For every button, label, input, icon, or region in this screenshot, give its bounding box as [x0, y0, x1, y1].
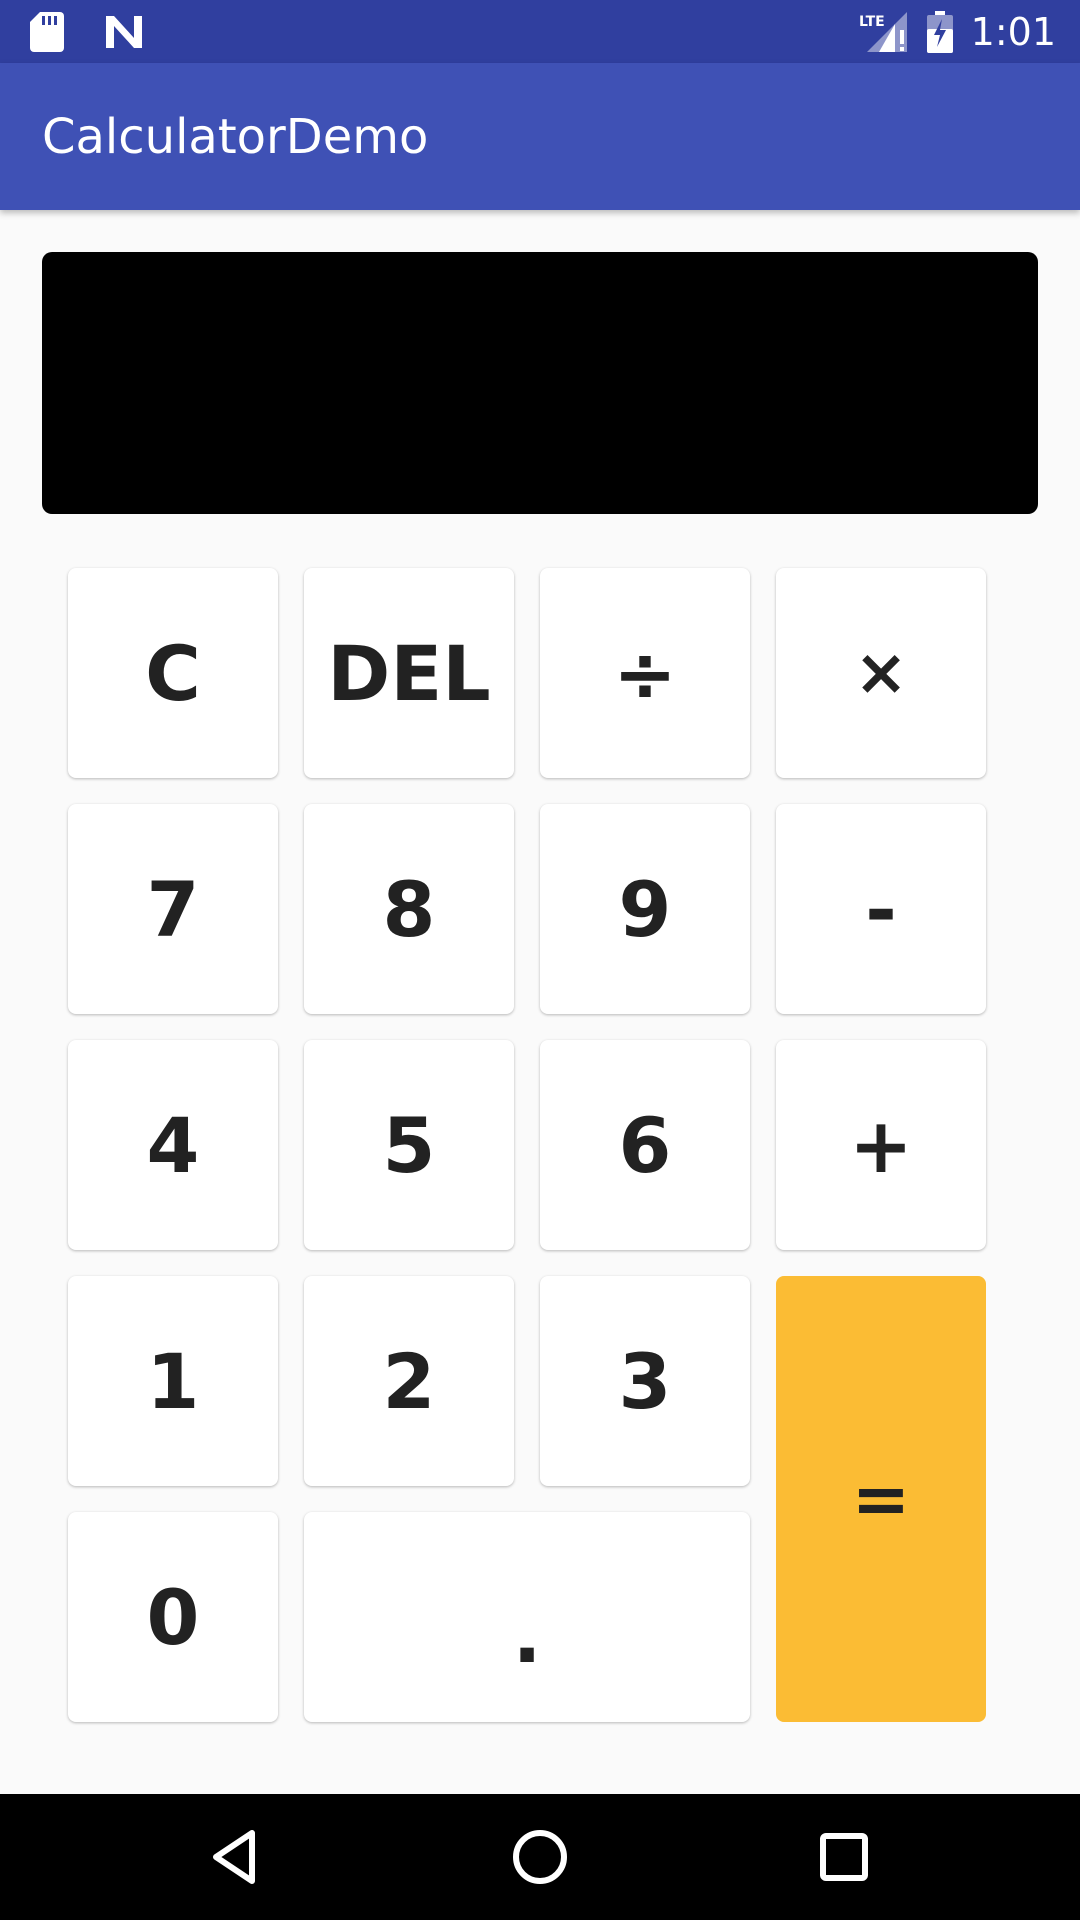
equals-button[interactable]: =	[776, 1276, 986, 1722]
multiply-button[interactable]: ×	[776, 568, 986, 778]
calculator-display	[42, 252, 1038, 514]
minus-button[interactable]: -	[776, 804, 986, 1014]
home-icon	[510, 1827, 570, 1887]
plus-button[interactable]: +	[776, 1040, 986, 1250]
digit-3-button[interactable]: 3	[540, 1276, 750, 1486]
back-button[interactable]	[206, 1827, 266, 1887]
digit-5-button[interactable]: 5	[304, 1040, 514, 1250]
home-button[interactable]	[510, 1827, 570, 1887]
digit-4-button[interactable]: 4	[68, 1040, 278, 1250]
divide-button[interactable]: ÷	[540, 568, 750, 778]
digit-6-button[interactable]: 6	[540, 1040, 750, 1250]
status-bar-right: LTE 1:01	[859, 8, 1056, 56]
n-notification-icon	[104, 14, 144, 50]
digit-9-button[interactable]: 9	[540, 804, 750, 1014]
battery-charging-icon	[926, 11, 953, 53]
delete-button[interactable]: DEL	[304, 568, 514, 778]
calculator-screen: LTE 1:01 CalculatorDemo C DEL ÷ × 7 8 9 …	[0, 0, 1080, 1920]
clear-button[interactable]: C	[68, 568, 278, 778]
recents-icon	[814, 1827, 874, 1887]
digit-8-button[interactable]: 8	[304, 804, 514, 1014]
keypad: C DEL ÷ × 7 8 9 - 4 5 6 + 1 2 3 = 0 .	[68, 568, 986, 1722]
recents-button[interactable]	[814, 1827, 874, 1887]
digit-0-button[interactable]: 0	[68, 1512, 278, 1722]
lte-signal-icon: LTE	[859, 10, 909, 54]
back-icon	[206, 1827, 266, 1887]
sd-card-icon	[30, 12, 64, 52]
digit-2-button[interactable]: 2	[304, 1276, 514, 1486]
app-title: CalculatorDemo	[42, 109, 429, 165]
status-bar: LTE 1:01	[0, 0, 1080, 63]
navigation-bar	[0, 1794, 1080, 1920]
lte-label: LTE	[859, 14, 885, 30]
status-time: 1:01	[970, 10, 1056, 54]
decimal-button[interactable]: .	[304, 1512, 750, 1722]
app-bar: CalculatorDemo	[0, 63, 1080, 210]
digit-1-button[interactable]: 1	[68, 1276, 278, 1486]
status-bar-left	[30, 12, 144, 52]
digit-7-button[interactable]: 7	[68, 804, 278, 1014]
decimal-label: .	[512, 1590, 542, 1680]
